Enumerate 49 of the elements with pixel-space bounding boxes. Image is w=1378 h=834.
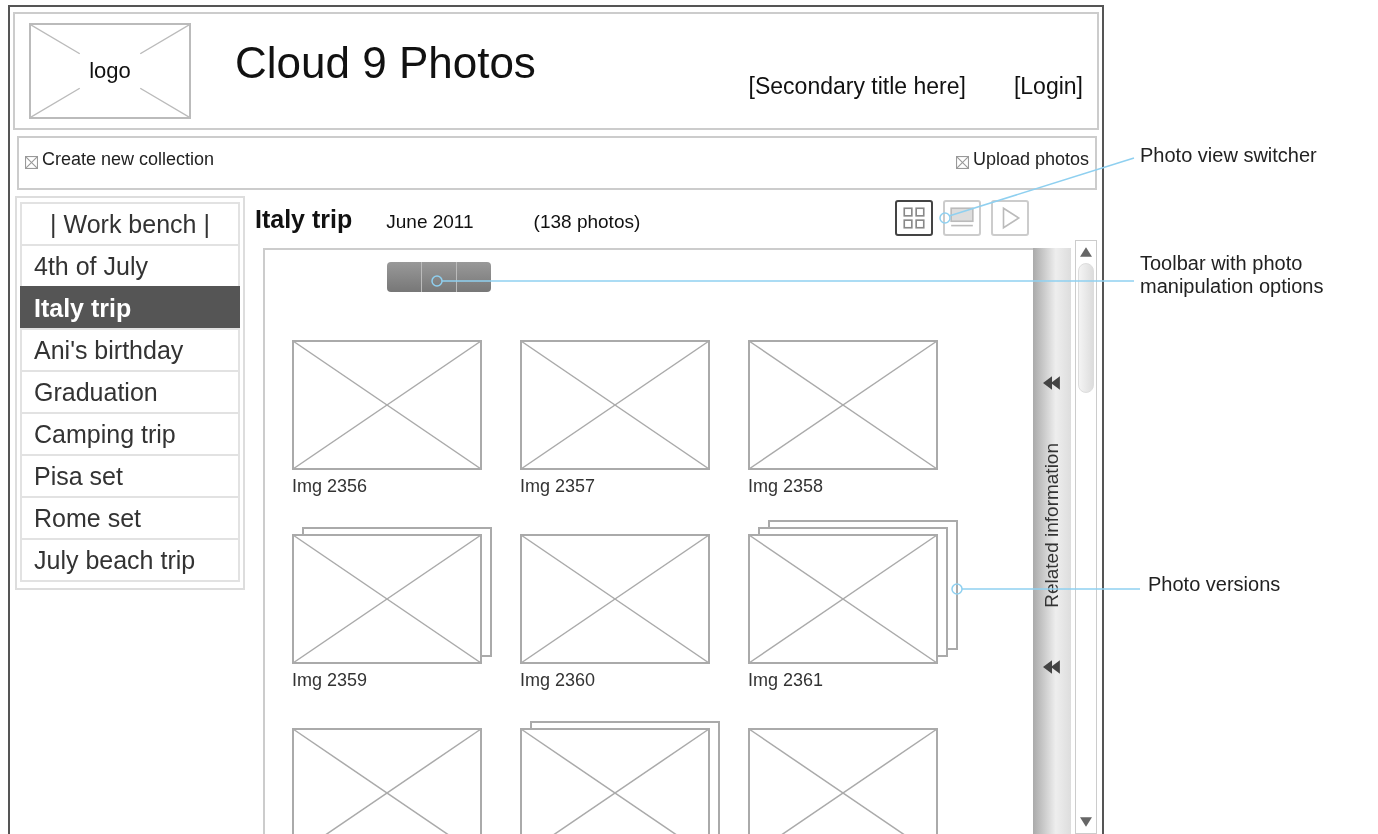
collection-item[interactable]: Camping trip [20, 412, 240, 456]
photo-placeholder[interactable] [748, 728, 940, 834]
collection-item[interactable]: Ani's birthday [20, 328, 240, 372]
photo-placeholder[interactable] [520, 534, 712, 666]
scrollbar[interactable] [1075, 240, 1097, 834]
double-chevron-icon [1043, 660, 1061, 674]
album-title: Italy trip [255, 204, 353, 234]
album-date: June 2011 [386, 211, 474, 233]
annotation-text: Photo view switcher [1140, 144, 1317, 167]
double-chevron-icon [1043, 376, 1061, 390]
collection-item[interactable]: July beach trip [20, 538, 240, 582]
scroll-thumb[interactable] [1078, 263, 1094, 393]
photo-placeholder[interactable] [520, 721, 722, 834]
slideshow-view-button[interactable] [991, 200, 1029, 236]
scroll-down-icon[interactable] [1080, 817, 1092, 827]
grid-view-button[interactable] [895, 200, 933, 236]
photo-label: Img 2357 [520, 476, 596, 498]
photo-placeholder[interactable] [520, 340, 712, 472]
photo-label: Img 2359 [292, 670, 368, 692]
collection-item[interactable]: Rome set [20, 496, 240, 540]
related-info-tab[interactable]: Related information [1033, 248, 1071, 834]
logo-text: logo [89, 58, 131, 84]
photo-count: (138 photos) [533, 211, 641, 233]
collection-item[interactable]: Italy trip [20, 286, 240, 330]
photo-placeholder[interactable] [748, 340, 940, 472]
photo-placeholder[interactable] [748, 520, 960, 666]
collection-item[interactable]: Pisa set [20, 454, 240, 498]
grid-icon [901, 205, 927, 231]
annotation-text: Photo versions [1148, 573, 1281, 596]
crossed-box-icon [955, 155, 969, 169]
scroll-up-icon[interactable] [1080, 247, 1092, 257]
photo-label: Img 2358 [748, 476, 824, 498]
crossed-box-icon [25, 155, 38, 169]
login-link[interactable]: [Login] [1013, 72, 1083, 100]
filmstrip-view-button[interactable] [943, 200, 981, 236]
photo-label: Img 2356 [292, 476, 368, 498]
photo-placeholder[interactable] [292, 527, 494, 666]
collection-item[interactable]: | Work bench | [20, 202, 240, 246]
photo-placeholder[interactable] [292, 340, 484, 472]
site-title: Cloud 9 Photos [235, 38, 536, 88]
secondary-title: [Secondary title here] [748, 72, 966, 100]
photo-toolbar[interactable] [387, 262, 491, 292]
annotation-text: Toolbar with photo manipulation options [1140, 252, 1324, 298]
upload-photos-button[interactable]: Upload photos [955, 148, 1089, 170]
collection-item[interactable]: Graduation [20, 370, 240, 414]
photo-label: Img 2361 [748, 670, 824, 692]
photo-label: Img 2360 [520, 670, 596, 692]
create-collection-button[interactable]: Create new collection [25, 148, 215, 170]
photo-placeholder[interactable] [292, 728, 484, 834]
